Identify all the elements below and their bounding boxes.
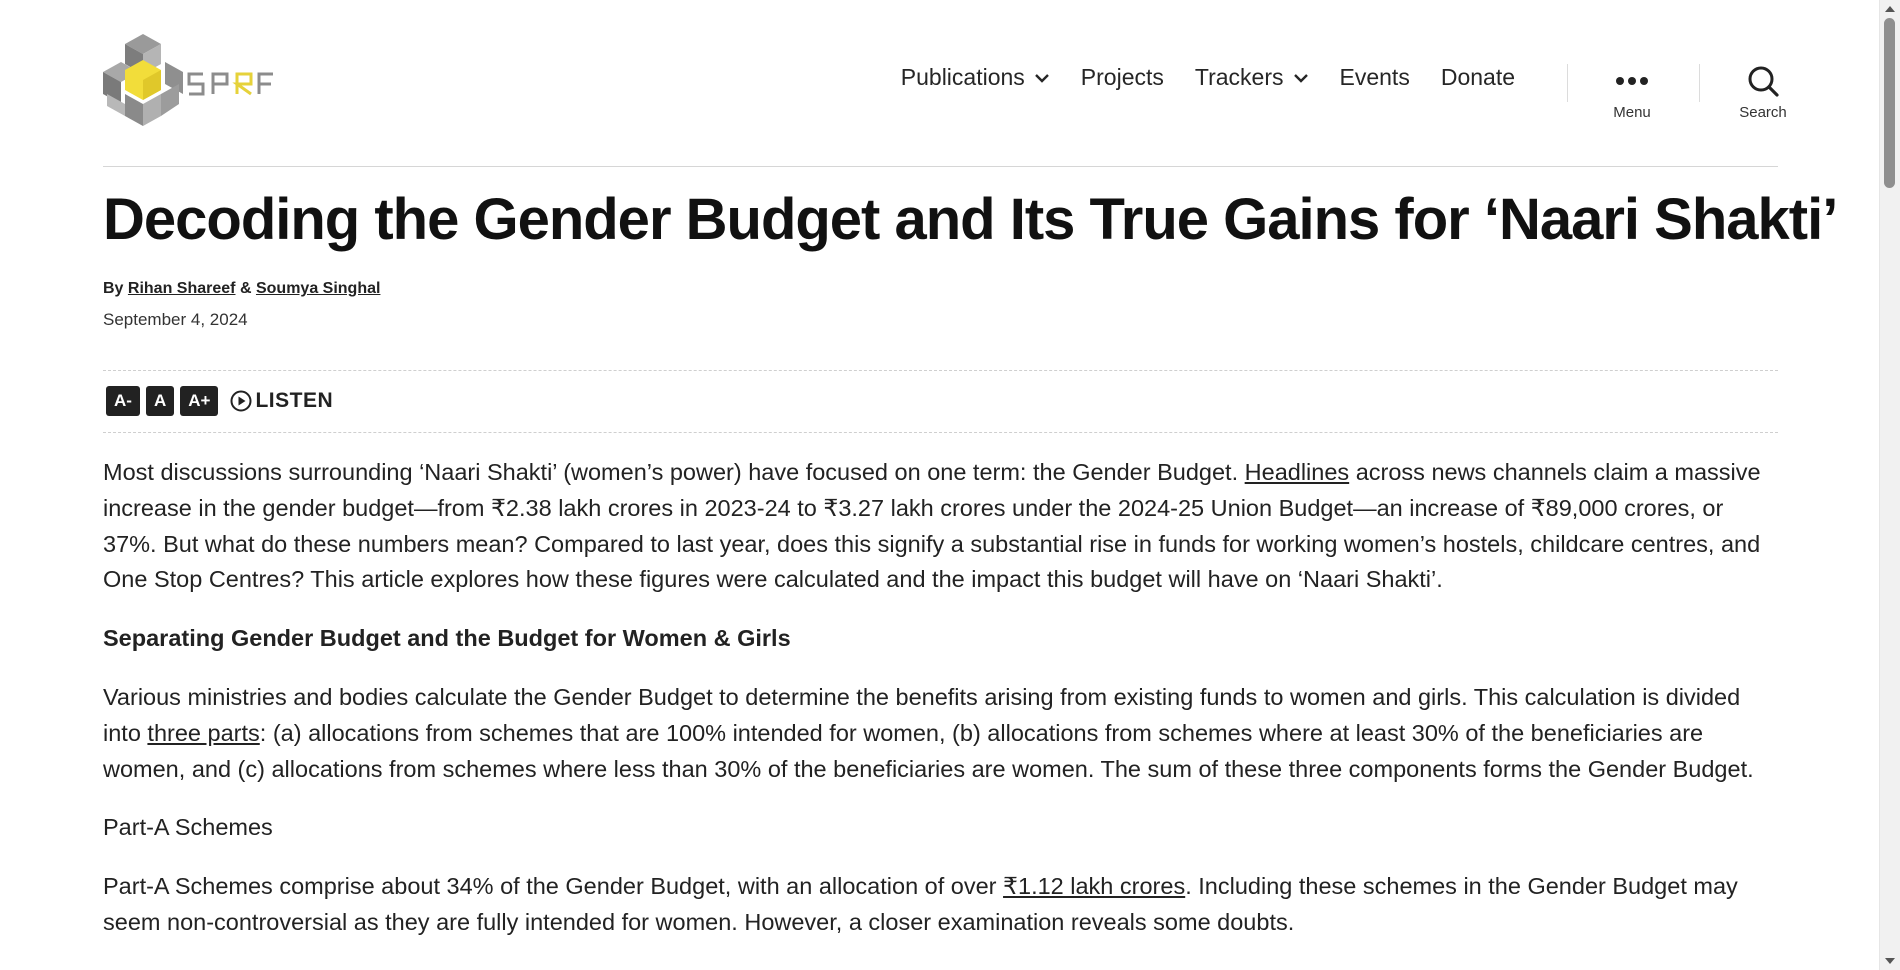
scrollbar-thumb[interactable]: [1884, 18, 1895, 188]
chevron-down-icon[interactable]: [1293, 72, 1309, 84]
nav-divider: [1699, 64, 1700, 102]
byline-prefix: By: [103, 280, 124, 297]
site-logo[interactable]: [103, 32, 293, 132]
paragraph: Most discussions surrounding ‘Naari Shak…: [103, 455, 1783, 598]
article-title: Decoding the Gender Budget and Its True …: [103, 187, 1838, 252]
nav-label-publications[interactable]: Publications: [901, 64, 1025, 91]
search-toggle-label: Search: [1739, 104, 1787, 121]
reading-tools: A- A A+ LISTEN: [106, 386, 333, 416]
nav-item-events[interactable]: Events: [1340, 64, 1410, 91]
listen-label: LISTEN: [255, 389, 334, 412]
author-link[interactable]: Soumya Singhal: [256, 280, 380, 297]
headlines-link[interactable]: Headlines: [1245, 459, 1350, 485]
paragraph: Part-A Schemes: [103, 814, 273, 841]
search-toggle[interactable]: Search: [1723, 64, 1803, 121]
article-byline: By Rihan Shareef & Soumya Singhal: [103, 280, 380, 298]
scroll-up-icon[interactable]: [1885, 6, 1895, 12]
nav-item-publications[interactable]: Publications: [901, 64, 1050, 91]
nav-divider: [1567, 64, 1568, 102]
three-parts-link[interactable]: three parts: [147, 720, 259, 746]
chevron-down-icon[interactable]: [1034, 72, 1050, 84]
paragraph-text: Most discussions surrounding ‘Naari Shak…: [103, 459, 1245, 485]
menu-toggle-label: Menu: [1613, 104, 1651, 121]
nav-label-trackers[interactable]: Trackers: [1195, 64, 1284, 91]
play-circle-icon: [230, 390, 252, 412]
menu-toggle[interactable]: Menu: [1592, 64, 1672, 121]
header-divider: [103, 166, 1778, 167]
font-decrease-button[interactable]: A-: [106, 386, 140, 416]
publish-date: September 4, 2024: [103, 310, 248, 329]
more-dots-icon: [1616, 77, 1648, 85]
byline-separator: &: [239, 280, 252, 297]
nav-label-projects[interactable]: Projects: [1081, 64, 1164, 91]
listen-button[interactable]: LISTEN: [230, 389, 333, 413]
paragraph: Part-A Schemes comprise about 34% of the…: [103, 869, 1783, 941]
nav-label-events[interactable]: Events: [1340, 64, 1410, 91]
allocation-link[interactable]: ₹1.12 lakh crores: [1003, 873, 1185, 899]
nav-item-donate[interactable]: Donate: [1441, 64, 1515, 91]
search-icon: [1748, 66, 1779, 97]
paragraph-text: : (a) allocations from schemes that are …: [103, 719, 1754, 782]
nav-item-trackers[interactable]: Trackers: [1195, 64, 1309, 91]
logo-mark: [103, 34, 273, 126]
author-link[interactable]: Rihan Shareef: [128, 280, 236, 297]
paragraph-text: Part-A Schemes comprise about 34% of the…: [103, 873, 1004, 900]
article-content: Most discussions surrounding ‘Naari Shak…: [103, 455, 1783, 964]
paragraph: Various ministries and bodies calculate …: [103, 680, 1783, 787]
scroll-down-icon[interactable]: [1885, 958, 1895, 964]
section-heading: Separating Gender Budget and the Budget …: [103, 625, 791, 652]
font-increase-button[interactable]: A+: [180, 386, 219, 416]
font-reset-button[interactable]: A: [145, 386, 175, 416]
tools-top-divider: [103, 370, 1778, 371]
site-header: Publications Projects Trackers Events Do…: [103, 0, 1787, 166]
nav-label-donate[interactable]: Donate: [1441, 64, 1515, 91]
nav-item-projects[interactable]: Projects: [1081, 64, 1164, 91]
page-scrollbar[interactable]: [1879, 0, 1900, 970]
primary-nav: Publications Projects Trackers Events Do…: [901, 64, 1515, 91]
tools-bottom-divider: [103, 432, 1778, 433]
